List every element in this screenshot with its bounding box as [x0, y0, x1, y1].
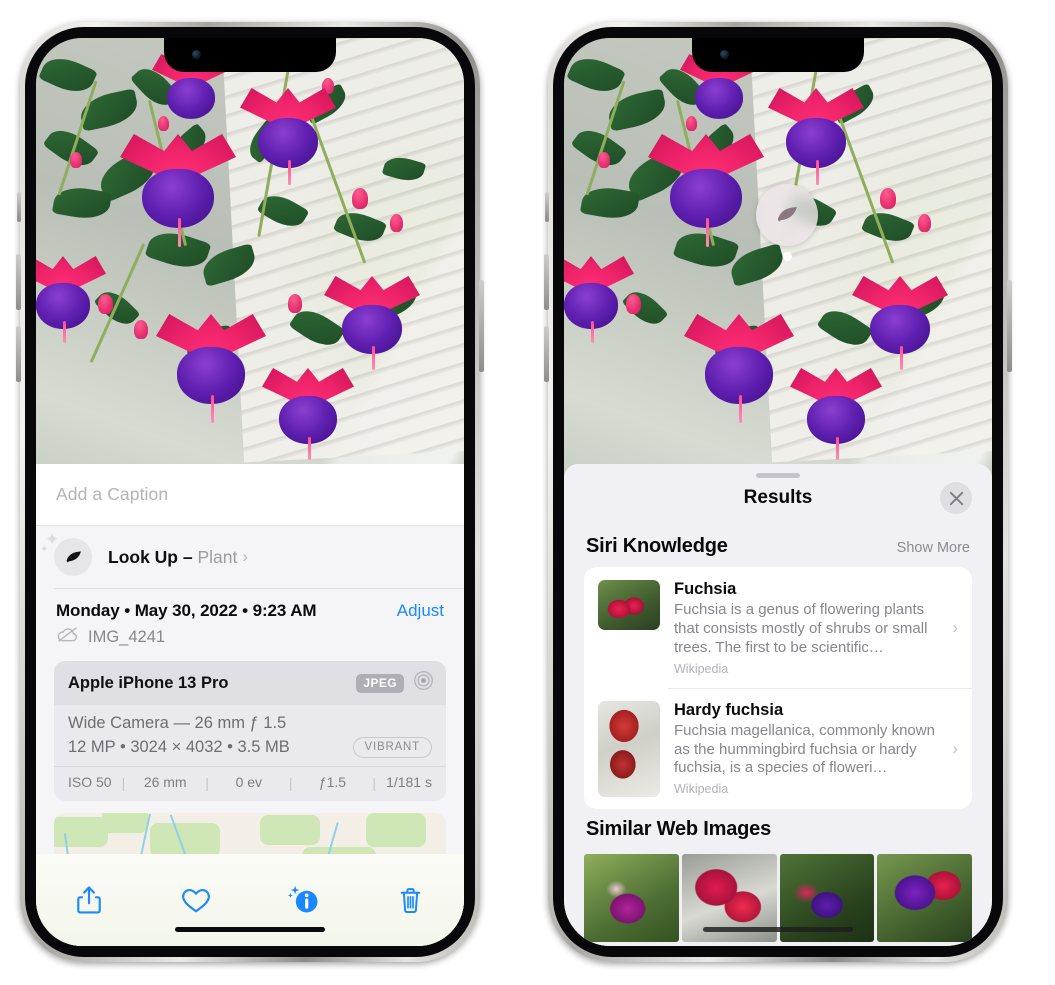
look-up-icon-group: ✦ ✦: [40, 531, 92, 576]
power-button[interactable]: [479, 280, 484, 372]
setting-focal: 26 mm: [143, 774, 187, 790]
setting-ev: 0 ev: [235, 774, 263, 790]
info-button[interactable]: [281, 877, 327, 923]
left-screen: Add a Caption ✦ ✦ Look Up – Plant › Mond…: [36, 38, 464, 946]
result-source: Wikipedia: [674, 782, 729, 797]
volume-down-button[interactable]: [544, 326, 549, 382]
close-button[interactable]: [940, 482, 972, 514]
adjust-button[interactable]: Adjust: [397, 601, 444, 621]
size-row: 12 MP • 3024 × 4032 • 3.5 MB VIBRANT: [68, 737, 432, 758]
result-title: Hardy fuchsia: [674, 700, 784, 719]
mute-switch[interactable]: [545, 192, 549, 222]
result-title: Fuchsia: [674, 580, 737, 598]
look-up-label: Look Up – Plant: [108, 547, 237, 568]
home-indicator[interactable]: [175, 927, 325, 932]
resolution-info: 12 MP • 3024 × 4032 • 3.5 MB: [68, 738, 290, 756]
look-up-subject: Plant: [197, 546, 238, 567]
result-thumbnail: [598, 580, 660, 630]
capture-date-row: Monday • May 30, 2022 • 9:23 AM Adjust: [36, 589, 464, 621]
result-text: Hardy fuchsia Fuchsia magellanica, commo…: [674, 701, 948, 797]
mute-switch[interactable]: [17, 192, 21, 222]
look-up-row[interactable]: ✦ ✦ Look Up – Plant ›: [36, 526, 464, 588]
left-phone: Add a Caption ✦ ✦ Look Up – Plant › Mond…: [16, 22, 484, 962]
look-up-title: Look Up: [108, 546, 178, 567]
list-item[interactable]: Fuchsia Fuchsia is a genus of flowering …: [584, 567, 972, 688]
chevron-right-icon: ›: [952, 738, 958, 758]
capture-date: Monday • May 30, 2022 • 9:23 AM: [56, 601, 317, 620]
exif-card[interactable]: Apple iPhone 13 Pro JPEG Wide Camera — 2…: [54, 661, 446, 801]
volume-up-button[interactable]: [16, 254, 21, 310]
section-title-similar-web-images: Similar Web Images: [586, 817, 771, 840]
setting-iso: ISO 50: [68, 774, 112, 790]
chevron-right-icon: ›: [242, 547, 249, 566]
screenshot-stage: Add a Caption ✦ ✦ Look Up – Plant › Mond…: [0, 0, 1055, 985]
web-image-4[interactable]: [877, 853, 972, 942]
file-name: IMG_4241: [88, 627, 166, 646]
siri-knowledge-header: Siri Knowledge Show More: [564, 526, 992, 567]
result-thumbnail: [598, 700, 660, 797]
aperture-icon: [413, 670, 434, 696]
web-image-1[interactable]: [584, 853, 679, 942]
favorite-button[interactable]: [173, 877, 219, 923]
list-item[interactable]: Hardy fuchsia Fuchsia magellanica, commo…: [584, 687, 972, 809]
share-button[interactable]: [66, 877, 112, 923]
similar-web-images-header: Similar Web Images: [564, 809, 992, 850]
photographic-style-badge: VIBRANT: [352, 737, 432, 758]
power-button[interactable]: [1007, 280, 1012, 372]
result-text: Fuchsia Fuchsia is a genus of flowering …: [674, 580, 948, 676]
right-screen: Results Siri Knowledge Show More Fuchsia…: [564, 38, 992, 946]
show-more-button[interactable]: Show More: [897, 540, 970, 556]
visual-lookup-badge-dot: [783, 252, 792, 261]
front-camera-icon: [720, 50, 729, 59]
result-description: Fuchsia magellanica, commonly known as t…: [674, 721, 935, 777]
camera-model: Apple iPhone 13 Pro: [68, 673, 229, 692]
leaf-icon: [777, 207, 797, 222]
home-indicator[interactable]: [703, 927, 853, 932]
setting-shutter: 1/181 s: [386, 774, 432, 790]
siri-knowledge-card: Fuchsia Fuchsia is a genus of flowering …: [584, 567, 972, 809]
right-phone: Results Siri Knowledge Show More Fuchsia…: [544, 22, 1012, 962]
exif-settings-row: ISO 50 | 26 mm | 0 ev | ƒ1.5 | 1/181 s: [54, 766, 446, 801]
format-badge: JPEG: [356, 673, 404, 693]
front-camera-icon: [192, 50, 201, 59]
exif-badges: JPEG: [356, 670, 434, 696]
visual-lookup-plant-badge[interactable]: [756, 184, 818, 246]
caption-field[interactable]: Add a Caption: [36, 464, 464, 526]
file-row: IMG_4241: [36, 621, 464, 648]
notch: [164, 38, 336, 72]
caption-placeholder: Add a Caption: [56, 484, 169, 504]
delete-button[interactable]: [388, 877, 434, 923]
volume-up-button[interactable]: [544, 254, 549, 310]
sparkle-icon-small: ✦: [40, 544, 49, 555]
results-sheet: Results Siri Knowledge Show More Fuchsia…: [564, 464, 992, 946]
notch: [692, 38, 864, 72]
chevron-right-icon: ›: [952, 617, 958, 637]
close-icon: [949, 491, 963, 505]
volume-down-button[interactable]: [16, 326, 21, 382]
setting-aperture: ƒ1.5: [318, 774, 347, 790]
cloud-slash-icon: [56, 626, 79, 648]
look-up-dash: –: [178, 546, 198, 567]
section-title-siri-knowledge: Siri Knowledge: [586, 535, 728, 557]
lens-info: Wide Camera — 26 mm ƒ 1.5: [68, 714, 287, 732]
exif-body: Wide Camera — 26 mm ƒ 1.5 12 MP • 3024 ×…: [54, 705, 446, 766]
results-header: Results: [564, 478, 992, 526]
exif-header: Apple iPhone 13 Pro JPEG: [54, 661, 446, 705]
results-title: Results: [743, 487, 813, 508]
result-description: Fuchsia is a genus of flowering plants t…: [674, 601, 928, 656]
photo-info-sheet: Add a Caption ✦ ✦ Look Up – Plant › Mond…: [36, 464, 464, 946]
leaf-icon: [54, 538, 92, 576]
result-source: Wikipedia: [674, 661, 729, 676]
photo-toolbar: [36, 854, 464, 946]
